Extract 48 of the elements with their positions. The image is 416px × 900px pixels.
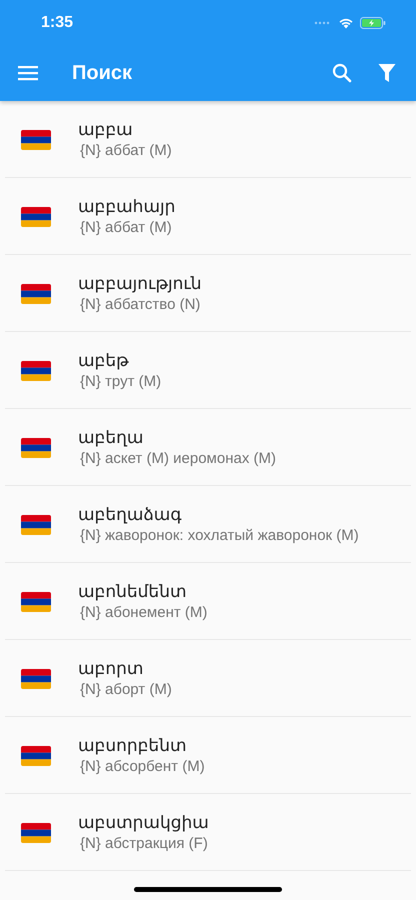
result-item[interactable]: աբորտ {N} аборт (M) xyxy=(5,640,411,717)
translation-text: {N} абсорбент (M) xyxy=(80,757,205,777)
signal-icon xyxy=(314,20,332,24)
flag-icon xyxy=(21,669,51,689)
result-item[interactable]: աբբայություն {N} аббатство (N) xyxy=(5,255,411,332)
translation-text: {N} аскет (M) иеромонах (M) xyxy=(80,449,276,469)
result-item[interactable]: աբոնեմենտ {N} абонемент (M) xyxy=(5,563,411,640)
word-text: աբբայություն xyxy=(78,273,202,295)
translation-text: {N} аббат (M) xyxy=(80,218,173,238)
menu-icon xyxy=(18,65,38,81)
word-text: աբոնեմենտ xyxy=(78,581,188,603)
result-item[interactable]: աբեթ {N} трут (M) xyxy=(5,332,411,409)
translation-text: {N} жаворонок: хохлатый жаворонок (M) xyxy=(80,526,359,546)
translation-text: {N} аббат (M) xyxy=(80,141,172,161)
result-item[interactable]: աբեղաձագ {N} жаворонок: хохлатый жаворонок (M) xyxy=(5,486,411,563)
word-text: աբսորբենտ xyxy=(78,735,188,757)
flag-icon xyxy=(21,361,51,381)
flag-icon xyxy=(21,284,51,304)
translation-text: {N} аббатство (N) xyxy=(80,295,202,315)
flag-icon xyxy=(21,130,51,150)
word-text: աբստրակցիա xyxy=(78,812,209,834)
translation-text: {N} абстракция (F) xyxy=(80,834,209,854)
flag-icon xyxy=(21,823,51,843)
result-item[interactable]: աբստրակցիա {N} абстракция (F) xyxy=(5,794,411,871)
word-text: աբեղաձագ xyxy=(78,504,183,526)
result-item[interactable]: աբբահայր {N} аббат (M) xyxy=(5,178,411,255)
word-text: աբբա xyxy=(78,119,134,141)
flag-icon xyxy=(21,746,51,766)
filter-icon xyxy=(378,63,396,83)
flag-icon xyxy=(21,592,51,612)
translation-text: {N} аборт (M) xyxy=(80,680,172,700)
word-text: աբեթ xyxy=(78,350,130,372)
word-text: աբորտ xyxy=(78,658,144,680)
result-item[interactable]: աբբա {N} аббат (M) xyxy=(5,101,411,178)
word-text: աբեղա xyxy=(78,427,144,449)
status-time: 1:35 xyxy=(41,14,74,32)
search-icon xyxy=(332,63,352,83)
translation-text: {N} трут (M) xyxy=(80,372,162,392)
result-item[interactable]: աբսորբենտ {N} абсорбент (M) xyxy=(5,717,411,794)
wifi-icon xyxy=(338,16,354,28)
translation-text: {N} абонемент (M) xyxy=(80,603,208,623)
flag-icon xyxy=(21,515,51,535)
flag-icon xyxy=(21,438,51,458)
result-item[interactable]: աբեղա {N} аскет (M) иеромонах (M) xyxy=(5,409,411,486)
flag-icon xyxy=(21,207,51,227)
app-bar-title: Поиск xyxy=(72,62,134,84)
word-text: աբբահայր xyxy=(78,196,176,218)
battery-charging-icon xyxy=(360,16,386,28)
